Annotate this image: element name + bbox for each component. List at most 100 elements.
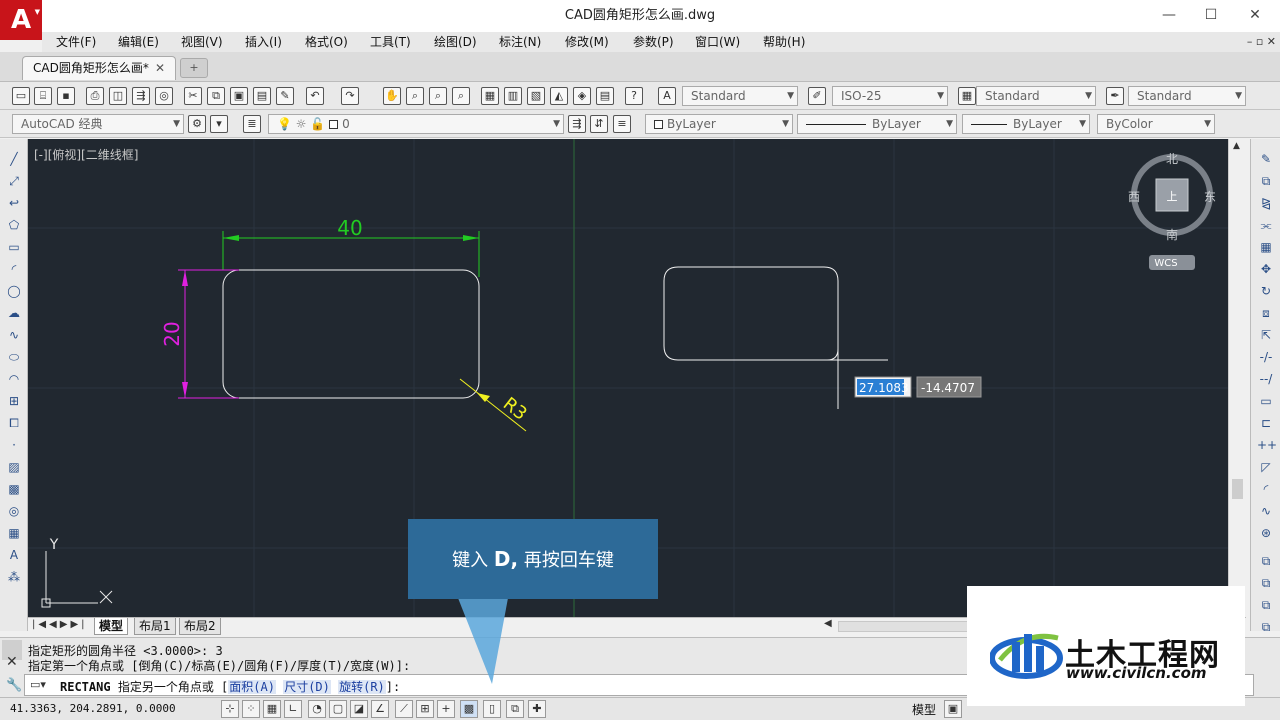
- print-icon[interactable]: ⎙: [86, 87, 104, 105]
- trim-tool-icon[interactable]: -/-: [1257, 349, 1275, 365]
- print-preview-icon[interactable]: ◫: [109, 87, 127, 105]
- table-style-select[interactable]: Standard ▼: [976, 86, 1096, 106]
- construction-line-icon[interactable]: ⤢: [5, 173, 23, 189]
- color-select[interactable]: ByLayer ▼: [645, 114, 793, 134]
- close-button[interactable]: ✕: [1232, 0, 1278, 32]
- document-window-controls[interactable]: – ▫ ✕: [1247, 32, 1276, 52]
- height-dimension[interactable]: [178, 269, 239, 399]
- extend-tool-icon[interactable]: --/: [1257, 371, 1275, 387]
- ortho-mode-toggle[interactable]: ∟: [284, 700, 302, 718]
- revision-cloud-icon[interactable]: ☁: [5, 305, 23, 321]
- menu-view[interactable]: 视图(V): [181, 32, 223, 52]
- pan-icon[interactable]: ✋: [383, 87, 401, 105]
- rectangle-in-progress[interactable]: [663, 266, 839, 361]
- paste-special-icon[interactable]: ▤: [253, 87, 271, 105]
- copy-icon[interactable]: ⧉: [207, 87, 225, 105]
- tab-document[interactable]: CAD圆角矩形怎么画* ✕: [22, 56, 176, 80]
- region-tool-icon[interactable]: ◎: [5, 503, 23, 519]
- plotstyle-select[interactable]: ByColor ▼: [1097, 114, 1215, 134]
- menu-parametric[interactable]: 参数(P): [633, 32, 674, 52]
- infer-constraints-toggle[interactable]: ⊹: [221, 700, 239, 718]
- menu-draw[interactable]: 绘图(D): [434, 32, 477, 52]
- calculator-icon[interactable]: ▤: [596, 87, 614, 105]
- recent-commands-icon[interactable]: ▭▾: [30, 678, 46, 691]
- design-center-icon[interactable]: ▥: [504, 87, 522, 105]
- dimension-style-select[interactable]: ISO-25 ▼: [832, 86, 948, 106]
- point-tool-icon[interactable]: ·: [5, 437, 23, 453]
- spline-tool-icon[interactable]: ∿: [5, 327, 23, 343]
- text-above-icon[interactable]: ⧉: [1257, 619, 1275, 635]
- help-icon[interactable]: ?: [625, 87, 643, 105]
- circle-tool-icon[interactable]: ◯: [5, 283, 23, 299]
- minimize-button[interactable]: —: [1146, 0, 1192, 32]
- ellipse-arc-icon[interactable]: ◠: [5, 371, 23, 387]
- zoom-previous-icon[interactable]: ⌕: [452, 87, 470, 105]
- workspace-settings-gear-icon[interactable]: ⚙: [188, 115, 206, 133]
- explode-tool-icon[interactable]: ⊛: [1257, 525, 1275, 541]
- transparency-toggle[interactable]: ▩: [460, 700, 478, 718]
- multiline-text-icon[interactable]: A: [5, 547, 23, 563]
- viewcube[interactable]: 上 北 南 东 西 WCS: [1128, 152, 1216, 270]
- text-style-select[interactable]: Standard ▼: [682, 86, 798, 106]
- object-snap-tracking-toggle[interactable]: ∠: [371, 700, 389, 718]
- gradient-tool-icon[interactable]: ▩: [5, 481, 23, 497]
- application-menu-button[interactable]: A ▼: [0, 0, 42, 40]
- line-tool-icon[interactable]: ╱: [5, 151, 23, 167]
- save-icon[interactable]: ▪: [57, 87, 75, 105]
- snap-mode-toggle[interactable]: ⁘: [242, 700, 260, 718]
- rotate-tool-icon[interactable]: ↻: [1257, 283, 1275, 299]
- compass-south[interactable]: 南: [1166, 227, 1178, 242]
- dynamic-input-toggle[interactable]: ⊞: [416, 700, 434, 718]
- compass-east[interactable]: 东: [1204, 190, 1216, 204]
- menu-edit[interactable]: 编辑(E): [118, 32, 159, 52]
- workspace-select[interactable]: AutoCAD 经典 ▼: [12, 114, 184, 134]
- paste-icon[interactable]: ▣: [230, 87, 248, 105]
- menu-format[interactable]: 格式(O): [305, 32, 348, 52]
- maximize-button[interactable]: ☐: [1188, 0, 1234, 32]
- menu-help[interactable]: 帮助(H): [763, 32, 805, 52]
- menu-dimension[interactable]: 标注(N): [499, 32, 541, 52]
- scale-tool-icon[interactable]: ⧈: [1257, 305, 1275, 321]
- markup-icon[interactable]: ◈: [573, 87, 591, 105]
- layer-state-icon[interactable]: ≡: [613, 115, 631, 133]
- close-command-icon[interactable]: ✕: [6, 654, 18, 670]
- polar-tracking-toggle[interactable]: ◔: [308, 700, 326, 718]
- tab-layout2[interactable]: 布局2: [179, 618, 221, 635]
- fillet-tool-icon[interactable]: ◜: [1257, 481, 1275, 497]
- layer-properties-icon[interactable]: ≣: [243, 115, 261, 133]
- table-style-icon[interactable]: ▦: [958, 87, 976, 105]
- send-to-back-icon[interactable]: ⧉: [1257, 597, 1275, 613]
- tab-model[interactable]: 模型: [94, 618, 129, 635]
- lineweight-select[interactable]: ByLayer ▼: [962, 114, 1090, 134]
- layout-nav-arrows-icon[interactable]: |◀◀▶▶|: [32, 619, 88, 630]
- selection-cycling-toggle[interactable]: ⧉: [506, 700, 524, 718]
- hscroll-left-icon[interactable]: ◀: [824, 618, 836, 635]
- add-selected-icon[interactable]: ⁂: [5, 569, 23, 585]
- break-tool-icon[interactable]: ⊏: [1257, 415, 1275, 431]
- new-tab-button[interactable]: +: [180, 58, 208, 78]
- make-current-layer-icon[interactable]: ⇶: [568, 115, 586, 133]
- layer-select[interactable]: 💡 ☼ 🔓 0 ▼: [268, 114, 564, 134]
- workspace-menu-icon[interactable]: ▾: [210, 115, 228, 133]
- sheet-set-icon[interactable]: ◭: [550, 87, 568, 105]
- wrench-icon[interactable]: 🔧: [6, 678, 22, 693]
- text-style-icon[interactable]: A: [658, 87, 676, 105]
- zoom-realtime-icon[interactable]: ⌕: [406, 87, 424, 105]
- 3d-object-snap-toggle[interactable]: ◪: [350, 700, 368, 718]
- compass-west[interactable]: 西: [1128, 190, 1140, 204]
- 3d-print-icon[interactable]: ◎: [155, 87, 173, 105]
- publish-icon[interactable]: ⇶: [132, 87, 150, 105]
- menu-window[interactable]: 窗口(W): [695, 32, 740, 52]
- join-tool-icon[interactable]: ++: [1257, 437, 1277, 453]
- table-tool-icon[interactable]: ▦: [5, 525, 23, 541]
- open-file-icon[interactable]: ⌸: [34, 87, 52, 105]
- object-snap-toggle[interactable]: ▢: [329, 700, 347, 718]
- viewport-controls-label[interactable]: [-][俯视][二维线框]: [34, 147, 138, 162]
- layer-previous-icon[interactable]: ⇵: [590, 115, 608, 133]
- insert-block-icon[interactable]: ⊞: [5, 393, 23, 409]
- tool-palettes-icon[interactable]: ▧: [527, 87, 545, 105]
- quick-view-layouts-icon[interactable]: ▣: [944, 700, 962, 718]
- hatch-tool-icon[interactable]: ▨: [5, 459, 23, 475]
- compass-north[interactable]: 北: [1166, 152, 1178, 166]
- polyline-tool-icon[interactable]: ↩: [5, 195, 23, 211]
